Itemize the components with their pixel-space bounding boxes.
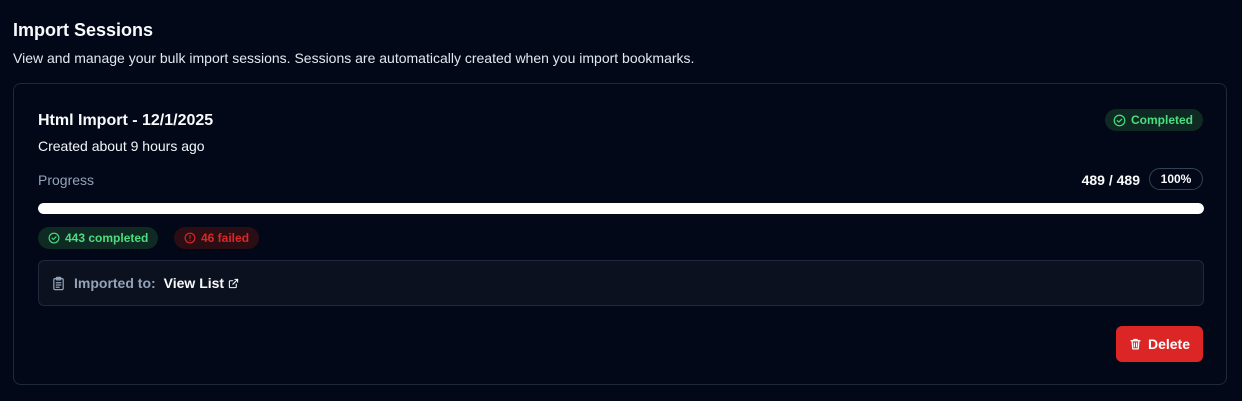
session-title: Html Import - 12/1/2025	[38, 112, 214, 129]
alert-circle-icon	[184, 232, 196, 244]
trash-icon	[1129, 337, 1142, 351]
check-circle-icon	[48, 232, 60, 244]
import-sessions-page: Import Sessions View and manage your bul…	[0, 0, 1242, 401]
status-label: Completed	[1130, 113, 1193, 127]
progress-label: Progress	[38, 172, 95, 188]
delete-button[interactable]: Delete	[1116, 326, 1203, 362]
imported-to-label: Imported to:	[74, 275, 156, 291]
imported-to-panel: Imported to: View List	[38, 260, 1204, 306]
view-list-link[interactable]: View List	[164, 275, 239, 291]
view-list-label: View List	[163, 275, 225, 291]
section-title: Import Sessions	[13, 20, 154, 40]
check-circle-icon	[1113, 114, 1126, 127]
status-badge: Completed	[1104, 109, 1203, 131]
external-link-icon	[228, 278, 239, 289]
delete-label: Delete	[1147, 336, 1191, 352]
import-session-card: Html Import - 12/1/2025 Created about 9 …	[13, 83, 1227, 385]
section-description: View and manage your bulk import session…	[13, 50, 695, 66]
progress-bar-fill	[38, 203, 1204, 214]
completed-count-badge: 443 completed	[38, 227, 159, 249]
clipboard-icon	[51, 276, 66, 291]
progress-count: 489 / 489	[1081, 172, 1140, 188]
completed-count-label: 443 completed	[65, 231, 149, 245]
session-created-time: Created about 9 hours ago	[38, 138, 205, 154]
failed-count-badge: 46 failed	[174, 227, 260, 249]
progress-bar	[38, 203, 1204, 214]
progress-percent-badge: 100%	[1149, 168, 1203, 190]
failed-count-label: 46 failed	[201, 231, 250, 245]
